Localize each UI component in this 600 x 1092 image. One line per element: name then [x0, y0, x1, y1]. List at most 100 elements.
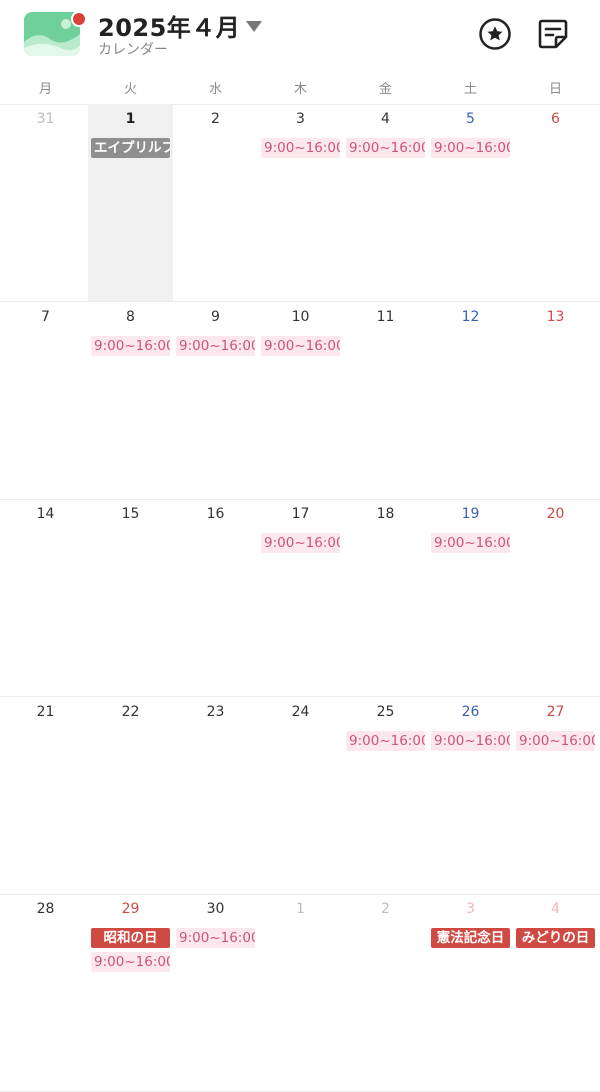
time-event-chip[interactable]: 9:00~16:00 — [261, 138, 340, 158]
calendar-day-cell[interactable]: 2 — [343, 894, 428, 1091]
calendar-day-cell[interactable]: 24 — [258, 697, 343, 894]
day-number: 11 — [376, 309, 395, 325]
time-event-chip[interactable]: 9:00~16:00 — [516, 731, 595, 751]
day-number: 27 — [546, 704, 565, 720]
time-event-chip[interactable]: 9:00~16:00 — [91, 336, 170, 356]
calendar-day-cell[interactable]: 30 9:00~16:00 — [173, 894, 258, 1091]
calendar-day-cell[interactable]: 27 9:00~16:00 — [513, 697, 598, 894]
calendar-day-cell[interactable]: 12 — [428, 302, 513, 499]
page-subtitle: カレンダー — [98, 42, 168, 58]
day-number: 9 — [211, 309, 220, 325]
calendar-week-row: 7 8 9:00~16:00 9 9:00~16:00 10 9:00~16:00 11 12 1… — [0, 302, 600, 500]
calendar-day-cell[interactable]: 21 — [3, 697, 88, 894]
month-selector[interactable]: 2025年４月 — [98, 8, 263, 42]
calendar-day-cell[interactable]: 11 — [343, 302, 428, 499]
day-number: 12 — [461, 309, 480, 325]
calendar-day-cell[interactable]: 6 — [513, 104, 598, 301]
calendar-day-cell[interactable]: 2 — [173, 104, 258, 301]
time-event-chip[interactable]: 9:00~16:00 — [261, 533, 340, 553]
day-number: 6 — [551, 111, 560, 127]
day-number: 23 — [206, 704, 225, 720]
calendar-week-row: 14 15 16 17 9:00~16:00 18 19 9:00~16:00 20 — [0, 499, 600, 697]
day-number: 2 — [381, 901, 390, 917]
time-event-chip[interactable]: 9:00~16:00 — [91, 952, 170, 972]
calendar-header: 2025年４月 カレンダー — [0, 0, 600, 72]
time-event-chip[interactable]: 9:00~16:00 — [431, 731, 510, 751]
day-number: 18 — [376, 506, 395, 522]
day-number: 1 — [296, 901, 305, 917]
day-number: 28 — [36, 901, 55, 917]
calendar-day-cell[interactable]: 31 — [3, 104, 88, 301]
day-number: 3 — [466, 901, 475, 917]
day-number: 16 — [206, 506, 225, 522]
day-number: 4 — [381, 111, 390, 127]
calendar-day-cell[interactable]: 25 9:00~16:00 — [343, 697, 428, 894]
calendar-week-row: 28 29 昭和の日 9:00~16:00 30 9:00~16:00 1 2 3 憲法記念日 4 み… — [0, 894, 600, 1092]
star-circle-icon — [479, 18, 511, 50]
weekday-label: 月 — [38, 82, 52, 97]
time-event-chip[interactable]: 9:00~16:00 — [431, 138, 510, 158]
day-number: 17 — [291, 506, 310, 522]
weekday-label: 水 — [208, 82, 222, 97]
day-number: 14 — [36, 506, 55, 522]
calendar-day-cell[interactable]: 26 9:00~16:00 — [428, 697, 513, 894]
calendar-day-cell[interactable]: 20 — [513, 499, 598, 696]
time-event-chip[interactable]: 9:00~16:00 — [346, 138, 425, 158]
calendar-day-cell[interactable]: 8 9:00~16:00 — [88, 302, 173, 499]
memo-button[interactable] — [533, 14, 573, 54]
calendar-day-cell[interactable]: 22 — [88, 697, 173, 894]
holiday-event-chip[interactable]: 憲法記念日 — [431, 928, 510, 948]
day-number: 10 — [291, 309, 310, 325]
calendar-day-cell[interactable]: 7 — [3, 302, 88, 499]
day-number: 1 — [125, 111, 136, 127]
day-number: 22 — [121, 704, 140, 720]
calendar-day-cell[interactable]: 15 — [88, 499, 173, 696]
calendar-day-cell[interactable]: 4 みどりの日 — [513, 894, 598, 1091]
calendar-day-cell[interactable]: 1 エイプリルフール — [88, 104, 173, 301]
day-number: 7 — [41, 309, 50, 325]
time-event-chip[interactable]: 9:00~16:00 — [176, 336, 255, 356]
calendar-day-cell[interactable]: 16 — [173, 499, 258, 696]
day-number: 5 — [466, 111, 475, 127]
calendar-week-row: 21 22 23 24 25 9:00~16:00 26 9:00~16:00 27 9:00~1… — [0, 697, 600, 895]
month-title: 2025年４月 — [98, 13, 241, 42]
calendar-day-cell[interactable]: 5 9:00~16:00 — [428, 104, 513, 301]
weekday-label: 日 — [548, 82, 562, 97]
weekday-label: 木 — [293, 82, 307, 97]
calendar-day-cell[interactable]: 3 憲法記念日 — [428, 894, 513, 1091]
day-number: 15 — [121, 506, 140, 522]
calendar-day-cell[interactable]: 10 9:00~16:00 — [258, 302, 343, 499]
notification-badge — [71, 11, 87, 27]
holiday-event-chip[interactable]: みどりの日 — [516, 928, 595, 948]
weekday-label: 土 — [463, 82, 477, 97]
calendar-day-cell[interactable]: 3 9:00~16:00 — [258, 104, 343, 301]
weekday-header: 月 火 水 木 金 土 日 — [0, 72, 600, 105]
calendar-day-cell[interactable]: 1 — [258, 894, 343, 1091]
calendar-day-cell[interactable]: 23 — [173, 697, 258, 894]
day-number: 31 — [36, 111, 55, 127]
calendar-day-cell[interactable]: 18 — [343, 499, 428, 696]
time-event-chip[interactable]: 9:00~16:00 — [176, 928, 255, 948]
time-event-chip[interactable]: 9:00~16:00 — [346, 731, 425, 751]
day-number: 20 — [546, 506, 565, 522]
calendar-day-cell[interactable]: 19 9:00~16:00 — [428, 499, 513, 696]
calendar-day-cell[interactable]: 28 — [3, 894, 88, 1091]
time-event-chip[interactable]: 9:00~16:00 — [261, 336, 340, 356]
calendar-day-cell[interactable]: 14 — [3, 499, 88, 696]
favorite-button[interactable] — [475, 14, 515, 54]
calendar-day-cell[interactable]: 13 — [513, 302, 598, 499]
time-event-chip[interactable]: 9:00~16:00 — [431, 533, 510, 553]
calendar-day-cell[interactable]: 9 9:00~16:00 — [173, 302, 258, 499]
day-number: 8 — [126, 309, 135, 325]
calendar-week-row: 31 1 エイプリルフール 2 3 9:00~16:00 4 9:00~16:00 5 9:00~… — [0, 104, 600, 302]
day-number: 3 — [296, 111, 305, 127]
calendar-day-cell[interactable]: 29 昭和の日 9:00~16:00 — [88, 894, 173, 1091]
calendar-day-cell[interactable]: 17 9:00~16:00 — [258, 499, 343, 696]
day-number: 25 — [376, 704, 395, 720]
weekday-label: 金 — [378, 82, 392, 97]
day-number: 24 — [291, 704, 310, 720]
event-chip[interactable]: エイプリルフール — [91, 138, 170, 158]
calendar-day-cell[interactable]: 4 9:00~16:00 — [343, 104, 428, 301]
holiday-event-chip[interactable]: 昭和の日 — [91, 928, 170, 948]
sticky-note-icon — [538, 19, 568, 49]
